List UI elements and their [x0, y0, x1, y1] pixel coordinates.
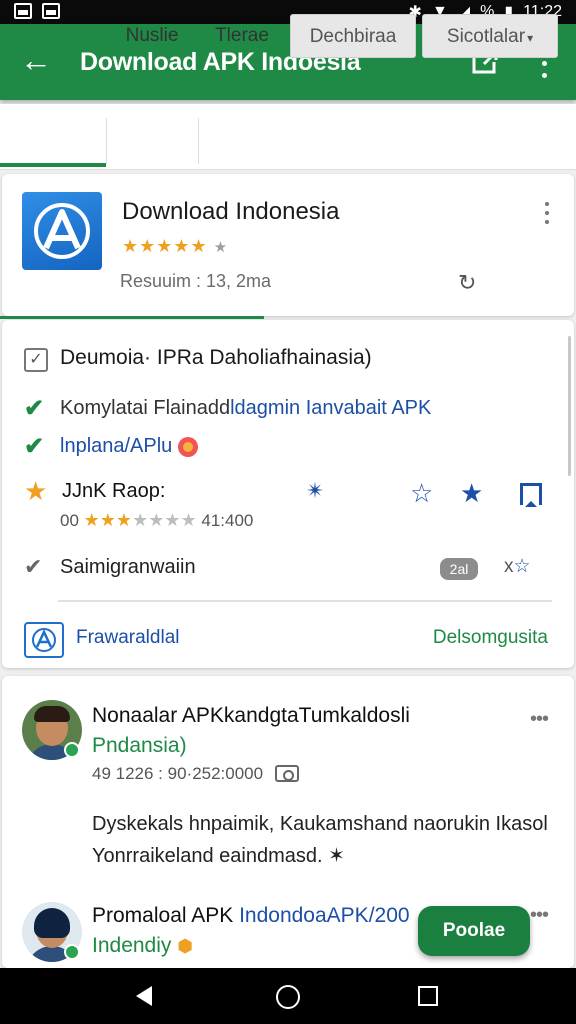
floating-action-button[interactable]: Poolae: [418, 906, 530, 956]
tab-nuslie[interactable]: Nuslie: [106, 14, 198, 58]
tab-dechbiraa[interactable]: Dechbiraa: [290, 14, 416, 58]
sparkle-star-icon[interactable]: ✴: [306, 478, 324, 504]
nav-back-icon[interactable]: [136, 986, 152, 1006]
tick-icon: ✔: [24, 554, 43, 579]
badge-icon: [178, 436, 199, 457]
footer-left-link[interactable]: Frawaraldlal: [76, 627, 179, 649]
tab-sicotlalar-label: Sicotlalar: [446, 26, 526, 47]
review-author-sub: Pndansia): [92, 734, 187, 757]
app-header-card: Download Indonesia ★★★★★ ★ Resuuim : 13, …: [2, 174, 574, 316]
app-meta: Resuuim : 13, 2ma: [120, 271, 272, 291]
tab-tlerae[interactable]: Tlerae: [198, 14, 286, 58]
review-body: Dyskekals hnpaimik, Kaukamshand naorukin…: [92, 813, 548, 867]
feature-row-2: ✔ lnplana/APlu: [24, 432, 199, 461]
bookmark-icon[interactable]: [520, 483, 542, 507]
star-filled-icon[interactable]: ★: [460, 478, 483, 509]
rank-prefix: 00: [60, 511, 79, 530]
star-icon: ★: [24, 476, 48, 506]
details-card: ✓ Deumoia· IPRa Daholiafhainasia) ✔ Komy…: [2, 320, 574, 668]
app-rating: ★★★★★ ★: [122, 236, 228, 257]
app-more-icon[interactable]: [544, 202, 550, 224]
scrollbar[interactable]: [568, 336, 571, 476]
rating-stars: ★★★★★: [122, 236, 208, 256]
close-star-icon[interactable]: x☆: [504, 555, 531, 578]
details-heading: Deumoia· IPRa Daholiafhainasia): [60, 346, 372, 369]
tab-sicotlalar-dropdown[interactable]: Sicotlalar ▾: [422, 14, 558, 58]
nav-recents-icon[interactable]: [418, 986, 438, 1006]
sub-row-label: Saimigranwaiin: [60, 555, 196, 578]
medal-icon: ⬢: [177, 936, 193, 956]
review-2-name: Promaloal APK: [92, 904, 240, 927]
review-2-name-link[interactable]: IndondoaAPK/200: [239, 904, 409, 927]
rank-stars-empty: ★★★★: [132, 510, 197, 530]
download-progress-bar: [0, 316, 264, 319]
footer-right-link[interactable]: Delsomgusita: [433, 627, 548, 649]
rank-title: JJnK Raop:: [62, 480, 166, 502]
rank-rating: 00 ★★★★★★★ 41:400: [60, 510, 253, 531]
feature-1-link[interactable]: ldagmin Ianvabait APK: [230, 397, 431, 420]
tab-divider: [198, 118, 199, 164]
app-name: Download Indonesia: [122, 198, 340, 225]
refresh-icon[interactable]: ↻: [458, 270, 476, 296]
feature-row-1: ✔ Komylatai Flainadd ldagmin Ianvabait AP…: [24, 394, 431, 423]
checkbox-icon[interactable]: ✓: [24, 348, 48, 372]
count-badge: 2al: [440, 558, 478, 580]
rank-row: ★ JJnK Raop:: [24, 476, 165, 507]
rank-value: 41:400: [201, 511, 254, 530]
camera-icon: [275, 765, 300, 782]
review-meta: 49 1226 : 90·252:0000: [92, 764, 300, 784]
feature-2-label: lnplana/APlu: [60, 435, 173, 457]
review-more-icon[interactable]: •••: [530, 708, 549, 731]
check-icon: ✔: [24, 395, 45, 422]
review-author: Nonaalar APKkandgtaTumkaldosli: [92, 704, 410, 727]
nav-home-icon[interactable]: [276, 985, 300, 1009]
navigation-bar: [0, 968, 576, 1024]
chevron-down-icon: ▾: [527, 31, 534, 45]
app-logo-icon: [22, 192, 102, 270]
star-outline-icon: ★: [213, 239, 229, 256]
tab-bar: [0, 104, 576, 170]
review-more-icon[interactable]: •••: [530, 904, 549, 927]
feature-1-prefix: Komylatai Flainadd: [60, 397, 231, 419]
footer-logo-icon: [24, 622, 64, 658]
review-meta-text: 49 1226 : 90·252:0000: [92, 764, 264, 783]
active-tab-indicator: [0, 163, 106, 167]
review-2-sub: Indendiy: [92, 934, 172, 957]
check-icon: ✔: [24, 433, 45, 460]
star-outline-icon[interactable]: ☆: [410, 478, 433, 509]
online-badge-icon: [64, 944, 80, 960]
tab-divider: [106, 118, 107, 164]
tab-jcock[interactable]: Jcock: [0, 14, 106, 58]
rank-stars-filled: ★★★: [83, 510, 133, 530]
review-author: Promaloal APK IndondoaAPK/200: [92, 904, 410, 928]
review-author-sub: Indendiy ⬢: [92, 934, 193, 958]
sub-row: ✔ Saimigranwaiin: [24, 554, 196, 580]
online-badge-icon: [64, 742, 80, 758]
divider: [58, 600, 552, 602]
